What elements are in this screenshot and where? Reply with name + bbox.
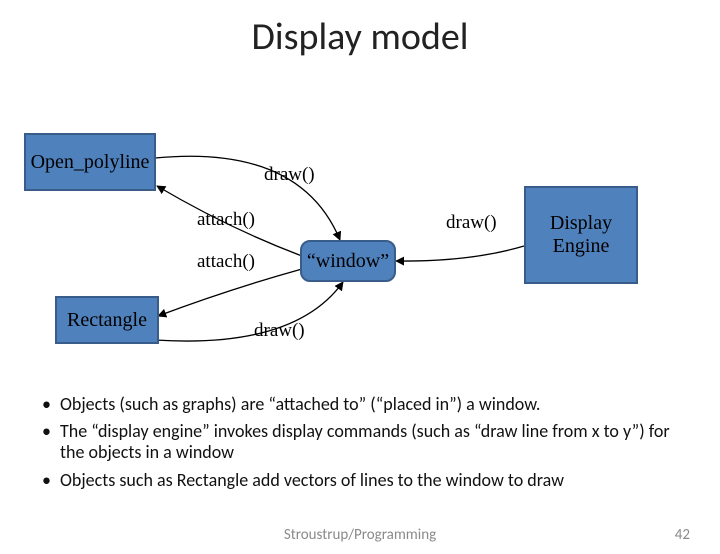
node-display-engine: Display Engine xyxy=(524,186,638,284)
list-item: Objects such as Rectangle add vectors of… xyxy=(42,470,682,491)
label-attach-bottom: attach() xyxy=(197,251,255,273)
label-draw-top: draw() xyxy=(264,164,315,186)
list-item: The “display engine” invokes display com… xyxy=(42,421,682,463)
label-draw-bottom: draw() xyxy=(254,320,305,342)
page-number: 42 xyxy=(675,526,690,544)
footer-text: Stroustrup/Programming xyxy=(0,526,720,544)
label-attach-top: attach() xyxy=(197,209,255,231)
bullet-list: Objects (such as graphs) are “attached t… xyxy=(42,394,682,497)
list-item: Objects (such as graphs) are “attached t… xyxy=(42,394,682,415)
node-window: “window” xyxy=(300,240,396,282)
node-rectangle: Rectangle xyxy=(55,296,159,344)
node-open-polyline: Open_polyline xyxy=(24,133,156,191)
label-draw-right: draw() xyxy=(446,212,497,234)
